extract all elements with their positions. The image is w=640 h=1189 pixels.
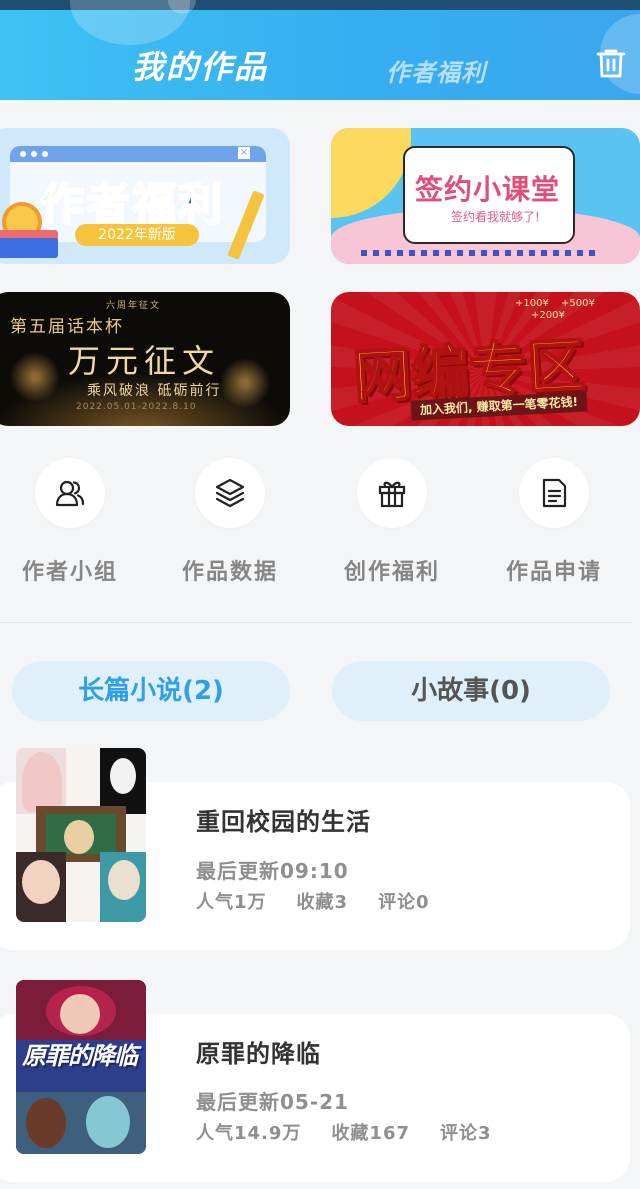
novel-popularity: 人气14.9万 [196, 1123, 302, 1144]
banner-title: 作者福利 [39, 178, 224, 231]
novel-comments: 评论0 [378, 892, 430, 913]
action-label: 作者小组 [21, 560, 118, 585]
gift-icon [357, 458, 427, 528]
action-creation-benefits[interactable]: 创作福利 [322, 458, 462, 588]
novel-last-updated: 最后更新09:10 [196, 859, 349, 883]
tab-short-stories[interactable]: 小故事(0) [332, 661, 610, 721]
action-author-group[interactable]: 作者小组 [0, 458, 140, 588]
layers-icon [195, 458, 265, 528]
section-divider [0, 622, 632, 623]
banner-decoration-dashes [361, 250, 601, 256]
banner-subtitle: 乘风破浪 砥砺前行 [87, 383, 222, 399]
trash-icon[interactable] [594, 46, 628, 80]
novel-title[interactable]: 原罪的降临 [196, 1034, 321, 1069]
tab-my-works[interactable]: 我的作品 [132, 42, 268, 88]
action-label: 创作福利 [343, 560, 440, 585]
banner-title: 万元征文 [68, 342, 221, 380]
banner-subtitle: 签约看我就够了! [451, 210, 540, 224]
banner-top-label: 六周年征文 [106, 301, 162, 311]
banner-author-benefits[interactable]: × 作者福利 2022年新版 [0, 128, 290, 264]
novel-last-updated: 最后更新05-21 [196, 1090, 349, 1114]
banner-money-label: +100¥ [515, 298, 549, 309]
banner-decoration-yellow [331, 128, 411, 218]
banner-title: 签约小课堂 [415, 173, 561, 206]
novel-comments: 评论3 [440, 1123, 492, 1144]
action-works-application[interactable]: 作品申请 [484, 458, 624, 588]
novel-cover-image[interactable]: 原罪的降临 [16, 980, 146, 1154]
alarm-clock-icon [2, 202, 42, 242]
novel-stats: 人气14.9万 收藏167 评论3 [196, 1119, 492, 1145]
action-label: 作品申请 [505, 560, 602, 585]
action-works-data[interactable]: 作品数据 [160, 458, 300, 588]
banner-signing-class[interactable]: 签约小课堂 签约看我就够了! [331, 128, 640, 264]
tab-author-benefits[interactable]: 作者福利 [386, 53, 486, 88]
firework-icon [220, 358, 270, 408]
banner-corner-title: 第五届话本杯 [10, 317, 124, 337]
novel-favorites: 收藏3 [296, 892, 349, 913]
window-dots-icon [20, 151, 48, 157]
novel-stats: 人气1万 收藏3 评论0 [196, 888, 430, 914]
banner-essay-contest[interactable]: 六周年征文 第五届话本杯 万元征文 乘风破浪 砥砺前行 2022.05.01-2… [0, 292, 290, 426]
document-icon [519, 458, 589, 528]
novel-cover-image[interactable] [16, 748, 146, 922]
banner-subtitle: 2022年新版 [75, 224, 199, 246]
cover-title-text: 原罪的降临 [22, 1042, 138, 1070]
users-icon [35, 458, 105, 528]
novel-popularity: 人气1万 [196, 892, 267, 913]
tab-long-novels[interactable]: 长篇小说(2) [12, 661, 290, 721]
app-header: 我的作品 作者福利 [0, 0, 640, 100]
banner-window-titlebar [10, 146, 266, 162]
banner-date: 2022.05.01-2022.8.10 [76, 402, 197, 412]
action-label: 作品数据 [181, 560, 278, 585]
window-close-icon: × [238, 147, 250, 159]
books-icon [0, 238, 58, 258]
banner-money-label: +500¥ [561, 298, 595, 309]
novel-title[interactable]: 重回校园的生活 [196, 802, 371, 837]
firework-icon [10, 352, 60, 402]
banner-web-editor-zone[interactable]: +100¥ +500¥ +200¥ 网编专区 加入我们, 赚取第一笔零花钱! [331, 292, 640, 426]
novel-favorites: 收藏167 [331, 1123, 410, 1144]
